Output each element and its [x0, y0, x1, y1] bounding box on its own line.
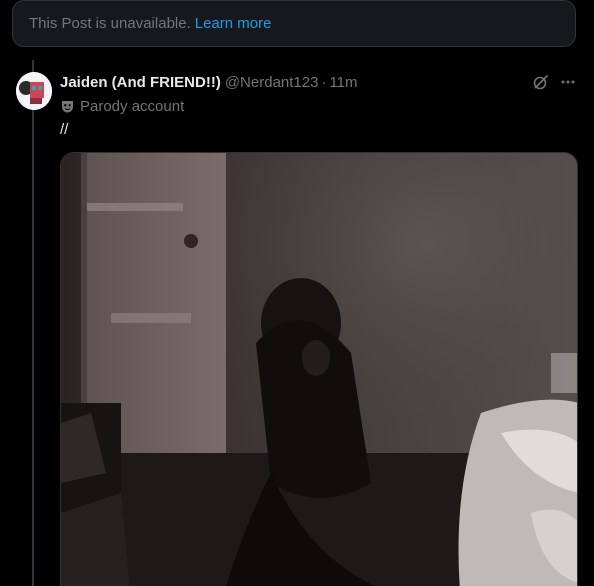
timeline: This Post is unavailable. Learn more Jai…: [0, 0, 594, 586]
display-name[interactable]: Jaiden (And FRIEND!!): [60, 74, 221, 91]
unavailable-post-notice: This Post is unavailable. Learn more: [12, 0, 576, 47]
separator-dot: ·: [321, 73, 327, 91]
avatar[interactable]: [16, 72, 52, 110]
learn-more-link[interactable]: Learn more: [195, 15, 272, 32]
post-timestamp[interactable]: 11m: [329, 74, 357, 91]
thread-connector-line: [32, 60, 34, 586]
post-video[interactable]: [60, 152, 578, 586]
post-header: Jaiden (And FRIEND!!) @Nerdant123 · 11m: [60, 72, 358, 92]
user-handle[interactable]: @Nerdant123: [225, 74, 319, 91]
mask-icon: [60, 99, 75, 114]
post-text: //: [60, 121, 69, 138]
grok-icon[interactable]: [531, 72, 551, 92]
parody-badge: Parody account: [60, 96, 184, 116]
parody-badge-label: Parody account: [80, 97, 185, 115]
unavailable-message: This Post is unavailable.: [29, 15, 191, 32]
more-icon[interactable]: [558, 72, 578, 92]
